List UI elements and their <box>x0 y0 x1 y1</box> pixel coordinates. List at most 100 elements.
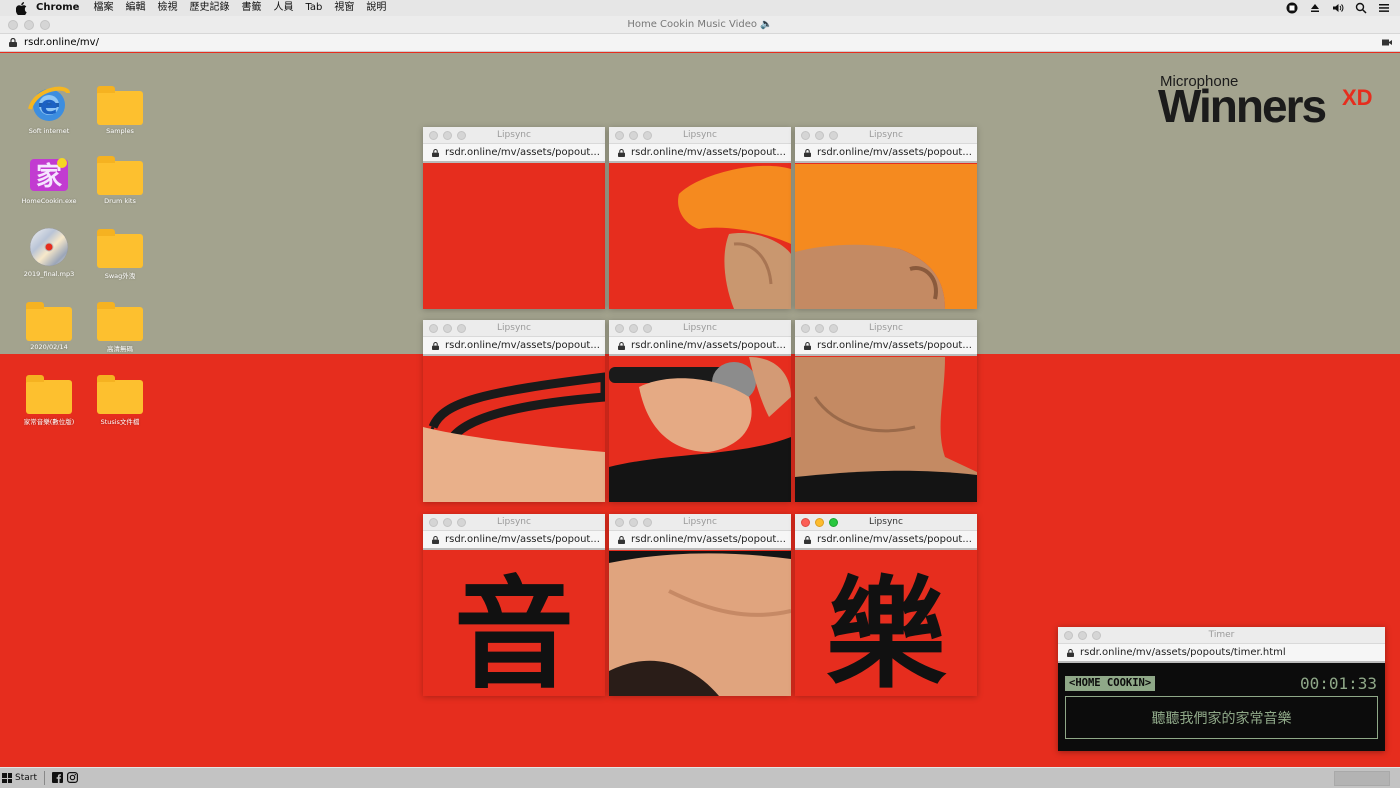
cd-icon <box>26 226 72 268</box>
lock-icon <box>432 148 439 157</box>
desktop-icon-label: 2019_final.mp3 <box>23 270 75 278</box>
timer-titlebar[interactable]: Timer <box>1058 627 1385 644</box>
arm-image <box>609 551 791 696</box>
popout-titlebar[interactable]: Lipsync <box>795 127 977 144</box>
eject-icon[interactable] <box>1309 2 1321 14</box>
lipsync-popout-2[interactable]: Lipsync rsdr.online/mv/assets/popout... <box>609 127 791 309</box>
address-bar[interactable]: rsdr.online/mv/ <box>0 34 1400 52</box>
menu-history[interactable]: 歷史記錄 <box>189 0 229 16</box>
windows-logo-icon <box>2 773 12 783</box>
timer-url[interactable]: rsdr.online/mv/assets/popouts/timer.html <box>1080 647 1286 658</box>
lipsync-popout-4[interactable]: Lipsync rsdr.online/mv/assets/popout... <box>423 320 605 502</box>
lipsync-popout-7[interactable]: Lipsync rsdr.online/mv/assets/popout... … <box>423 514 605 696</box>
folder-icon <box>97 83 143 125</box>
lipsync-popout-6[interactable]: Lipsync rsdr.online/mv/assets/popout... <box>795 320 977 502</box>
desktop-icon-drum-kits[interactable]: Drum kits <box>87 153 153 205</box>
popout-titlebar[interactable]: Lipsync <box>609 127 791 144</box>
popout-address-bar[interactable]: rsdr.online/mv/assets/popout... <box>423 144 605 163</box>
url-text[interactable]: rsdr.online/mv/ <box>24 37 99 48</box>
popout-titlebar[interactable]: Lipsync <box>423 320 605 337</box>
popout-url[interactable]: rsdr.online/mv/assets/popout... <box>817 147 972 158</box>
menu-file[interactable]: 檔案 <box>93 0 113 16</box>
instagram-icon[interactable] <box>67 772 78 783</box>
start-button[interactable]: Start <box>2 770 37 786</box>
svg-text:e: e <box>40 91 58 121</box>
lipsync-popout-1[interactable]: Lipsync rsdr.online/mv/assets/popout... <box>423 127 605 309</box>
menu-people[interactable]: 人員 <box>273 0 293 16</box>
lipsync-popout-9[interactable]: Lipsync rsdr.online/mv/assets/popout... … <box>795 514 977 696</box>
popout-address-bar[interactable]: rsdr.online/mv/assets/popout... <box>609 144 791 163</box>
desktop-icon-homecookin[interactable]: 家 HomeCookin.exe <box>16 153 82 205</box>
timer-message: 聽聽我們家的家常音樂 <box>1065 696 1378 739</box>
popout-title: Lipsync <box>497 323 531 333</box>
list-icon[interactable] <box>1378 2 1390 14</box>
lock-icon <box>432 535 439 544</box>
face-image <box>795 164 977 309</box>
popout-url[interactable]: rsdr.online/mv/assets/popout... <box>445 534 600 545</box>
menu-view[interactable]: 檢視 <box>157 0 177 16</box>
lipsync-popout-3[interactable]: Lipsync rsdr.online/mv/assets/popout... <box>795 127 977 309</box>
video-tile: 樂 <box>795 551 977 696</box>
system-tray[interactable] <box>1334 771 1390 786</box>
popout-url[interactable]: rsdr.online/mv/assets/popout... <box>817 340 972 351</box>
popout-titlebar[interactable]: Lipsync <box>423 127 605 144</box>
browser-titlebar: Home Cookin Music Video 🔈 <box>0 16 1400 34</box>
desktop-icon-hd[interactable]: 高清無碼 <box>87 299 153 353</box>
lipsync-popout-5[interactable]: Lipsync rsdr.online/mv/assets/popout... <box>609 320 791 502</box>
camera-icon[interactable] <box>1382 38 1392 47</box>
lock-icon <box>432 341 439 350</box>
neck-image <box>795 357 977 502</box>
desktop-icon-samples[interactable]: Samples <box>87 83 153 135</box>
menu-edit[interactable]: 編輯 <box>125 0 145 16</box>
timer-address-bar[interactable]: rsdr.online/mv/assets/popouts/timer.html <box>1058 644 1385 663</box>
popout-address-bar[interactable]: rsdr.online/mv/assets/popout... <box>795 337 977 356</box>
popout-address-bar[interactable]: rsdr.online/mv/assets/popout... <box>609 531 791 550</box>
popout-address-bar[interactable]: rsdr.online/mv/assets/popout... <box>609 337 791 356</box>
desktop-icon-label: Samples <box>106 127 134 135</box>
popout-titlebar[interactable]: Lipsync <box>795 514 977 531</box>
popout-url[interactable]: rsdr.online/mv/assets/popout... <box>631 340 786 351</box>
popout-address-bar[interactable]: rsdr.online/mv/assets/popout... <box>423 337 605 356</box>
desktop-icon-label: Drum kits <box>104 197 136 205</box>
desktop-icon-home-music[interactable]: 家常音樂(數位版) <box>16 372 82 426</box>
video-tile <box>609 164 791 309</box>
popout-url[interactable]: rsdr.online/mv/assets/popout... <box>817 534 972 545</box>
menu-help[interactable]: 說明 <box>366 0 386 16</box>
menu-window[interactable]: 視窗 <box>334 0 354 16</box>
facebook-icon[interactable] <box>52 772 63 783</box>
desktop-icon-swag[interactable]: Swag外洩 <box>87 226 153 280</box>
menu-bookmarks[interactable]: 書籤 <box>241 0 261 16</box>
desktop-icon-stusis[interactable]: Stusis文件檔 <box>87 372 153 426</box>
popout-url[interactable]: rsdr.online/mv/assets/popout... <box>445 147 600 158</box>
popout-url[interactable]: rsdr.online/mv/assets/popout... <box>631 147 786 158</box>
menu-tab[interactable]: Tab <box>305 0 322 16</box>
popout-title: Lipsync <box>497 130 531 140</box>
popout-address-bar[interactable]: rsdr.online/mv/assets/popout... <box>795 531 977 550</box>
lock-icon <box>804 148 811 157</box>
status-icons <box>1286 0 1390 16</box>
desktop-icon-mp3[interactable]: 2019_final.mp3 <box>16 226 82 278</box>
desktop-icon-label: Stusis文件檔 <box>100 418 140 426</box>
lipsync-popout-8[interactable]: Lipsync rsdr.online/mv/assets/popout... <box>609 514 791 696</box>
popout-titlebar[interactable]: Lipsync <box>423 514 605 531</box>
record-icon[interactable] <box>1286 2 1298 14</box>
desktop-icon-2020-02-14[interactable]: 2020/02/14 <box>16 299 82 351</box>
popout-titlebar[interactable]: Lipsync <box>609 514 791 531</box>
menu-app-chrome[interactable]: Chrome <box>36 0 79 16</box>
video-tile <box>795 164 977 309</box>
volume-icon[interactable] <box>1332 2 1344 14</box>
popout-address-bar[interactable]: rsdr.online/mv/assets/popout... <box>423 531 605 550</box>
desktop-icon-soft-internet[interactable]: e Soft internet <box>16 83 82 135</box>
search-icon[interactable] <box>1355 2 1367 14</box>
video-tile: 音 <box>423 551 605 696</box>
microphone-winners-logo[interactable]: Microphone Winners XD <box>1158 73 1378 133</box>
popout-title: Lipsync <box>869 517 903 527</box>
popout-url[interactable]: rsdr.online/mv/assets/popout... <box>631 534 786 545</box>
popout-url[interactable]: rsdr.online/mv/assets/popout... <box>445 340 600 351</box>
popout-titlebar[interactable]: Lipsync <box>609 320 791 337</box>
timer-popout[interactable]: Timer rsdr.online/mv/assets/popouts/time… <box>1058 627 1385 751</box>
popout-titlebar[interactable]: Lipsync <box>795 320 977 337</box>
apple-icon[interactable] <box>14 1 28 15</box>
popout-address-bar[interactable]: rsdr.online/mv/assets/popout... <box>795 144 977 163</box>
home-cookin-tag: <HOME COOKIN> <box>1065 676 1156 691</box>
